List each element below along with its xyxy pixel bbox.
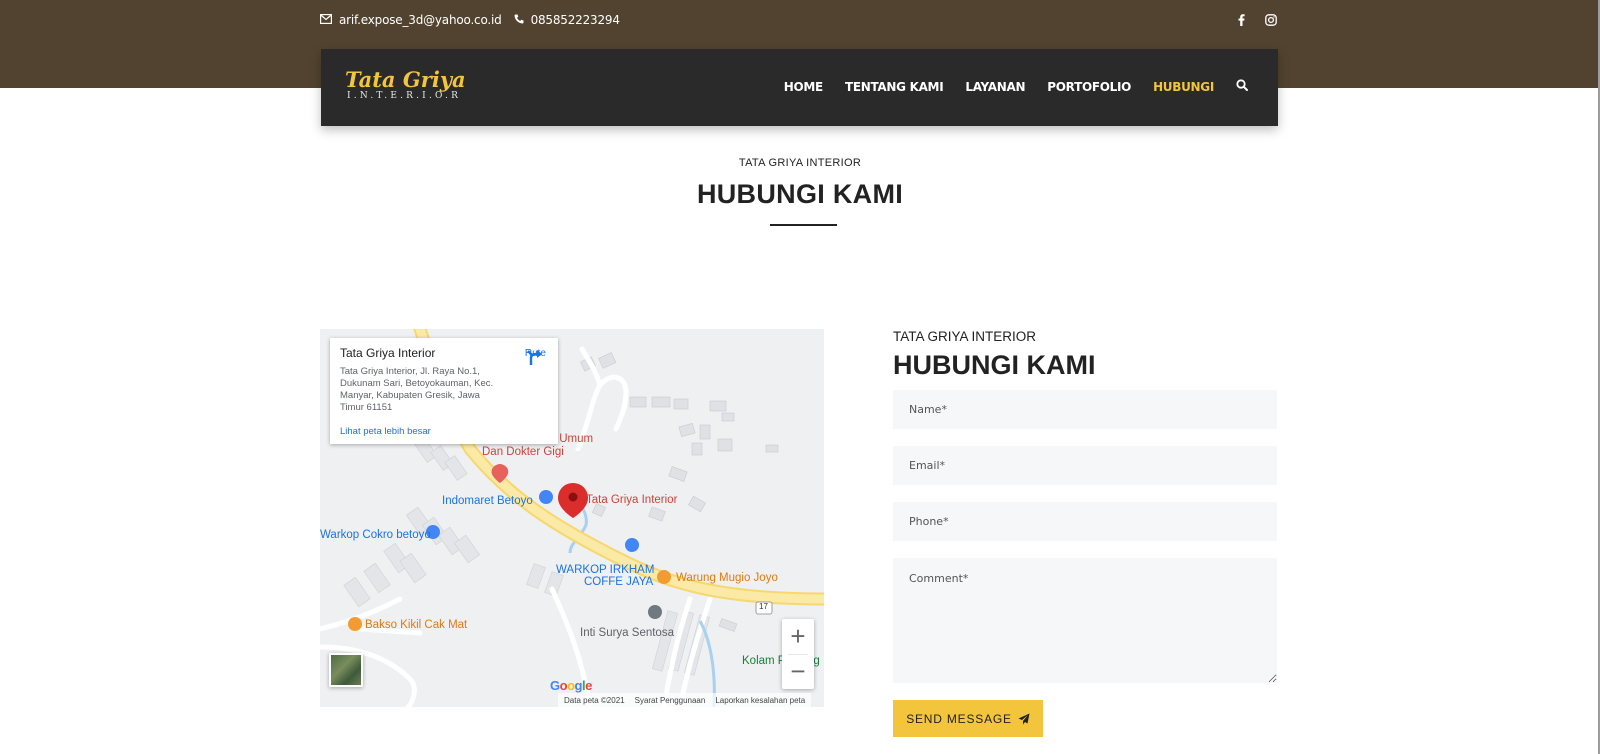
google-logo: Google <box>550 678 592 693</box>
map-info-card: Tata Griya Interior Tata Griya Interior,… <box>330 338 558 444</box>
email-field[interactable] <box>893 446 1277 485</box>
map-card-address: Tata Griya Interior, Jl. Raya No.1, Duku… <box>340 366 494 413</box>
nav-menu: HOME TENTANG KAMI LAYANAN PORTOFOLIO HUB… <box>784 79 1248 94</box>
phone-field[interactable] <box>893 502 1277 541</box>
map-label-indomaret[interactable]: Indomaret Betoyo <box>442 495 533 507</box>
nav-item-hubungi[interactable]: HUBUNGI <box>1153 80 1214 94</box>
map-label-warkop-irkham-2[interactable]: COFFE JAYA <box>584 576 653 588</box>
phone-icon <box>514 13 524 27</box>
map-card-title: Tata Griya Interior <box>340 346 436 360</box>
map-label-inti[interactable]: Inti Surya Sentosa <box>580 627 674 639</box>
send-message-button[interactable]: SEND MESSAGE <box>893 700 1043 737</box>
topbar-contact: arif.expose_3d@yahoo.co.id 085852223294 <box>320 13 632 27</box>
larger-map-link[interactable]: Lihat peta lebih besar <box>340 426 548 437</box>
map-zoom-controls: + − <box>782 619 814 689</box>
map-label-clinic-2[interactable]: Dan Dokter Gigi <box>482 446 564 458</box>
map-label-warung[interactable]: Warung Mugio Joyo <box>676 572 778 584</box>
road-number: 17 <box>759 602 768 611</box>
zoom-out-button[interactable]: − <box>782 654 814 689</box>
nav-item-tentang-kami[interactable]: TENTANG KAMI <box>845 80 944 94</box>
phone-contact[interactable]: 085852223294 <box>514 13 620 27</box>
instagram-icon[interactable] <box>1264 13 1278 27</box>
email-contact[interactable]: arif.expose_3d@yahoo.co.id <box>320 13 502 27</box>
zoom-divider <box>788 654 808 655</box>
search-icon[interactable] <box>1236 79 1248 94</box>
google-map-embed[interactable]: Praktek Dokter Umum Dan Dokter Gigi Indo… <box>320 329 824 707</box>
map-label-main-pin[interactable]: Tata Griya Interior <box>586 494 677 506</box>
zoom-in-button[interactable]: + <box>782 619 814 654</box>
logo-tagline: I.N.T.E.R.I.O.R <box>347 91 462 101</box>
logo-wordmark: Tata Griya <box>345 67 466 92</box>
map-label-warkop-irkham[interactable]: WARKOP IRKHAM <box>556 564 654 576</box>
page-eyebrow: TATA GRIYA INTERIOR <box>738 157 862 169</box>
form-eyebrow: TATA GRIYA INTERIOR <box>893 329 1037 344</box>
nav-item-layanan[interactable]: LAYANAN <box>965 80 1025 94</box>
map-footer: Data peta ©2021 Syarat Penggunaan Lapork… <box>558 693 812 707</box>
site-logo[interactable]: Tata Griya I.N.T.E.R.I.O.R <box>345 67 466 102</box>
map-data-credit: Data peta ©2021 <box>564 695 625 705</box>
map-label-bakso[interactable]: Bakso Kikil Cak Mat <box>365 619 467 631</box>
terms-link[interactable]: Syarat Penggunaan <box>635 696 706 705</box>
form-title: HUBUNGI KAMI <box>893 350 1096 380</box>
send-message-label: SEND MESSAGE <box>906 711 1012 726</box>
satellite-toggle[interactable] <box>329 653 363 687</box>
email-text: arif.expose_3d@yahoo.co.id <box>339 13 502 27</box>
paper-plane-icon <box>1018 713 1030 724</box>
map-label-warkop-cokro[interactable]: Warkop Cokro betoyo <box>320 529 431 541</box>
page-title: HUBUNGI KAMI <box>696 179 904 209</box>
main-navbar: Tata Griya I.N.T.E.R.I.O.R HOME TENTANG … <box>321 49 1278 126</box>
social-links <box>1234 13 1278 27</box>
facebook-icon[interactable] <box>1234 13 1248 27</box>
nav-item-home[interactable]: HOME <box>784 80 823 94</box>
title-divider <box>770 224 837 226</box>
report-error-link[interactable]: Laporkan kesalahan peta <box>715 696 805 705</box>
comment-field[interactable] <box>893 558 1277 683</box>
directions-icon <box>527 350 542 365</box>
name-field[interactable] <box>893 390 1277 429</box>
envelope-icon <box>320 13 333 27</box>
phone-text: 085852223294 <box>530 13 620 27</box>
directions-button[interactable]: Rute <box>525 348 546 365</box>
nav-item-portofolio[interactable]: PORTOFOLIO <box>1047 80 1131 94</box>
map-label-kolam[interactable]: Kolam P <box>742 655 785 667</box>
